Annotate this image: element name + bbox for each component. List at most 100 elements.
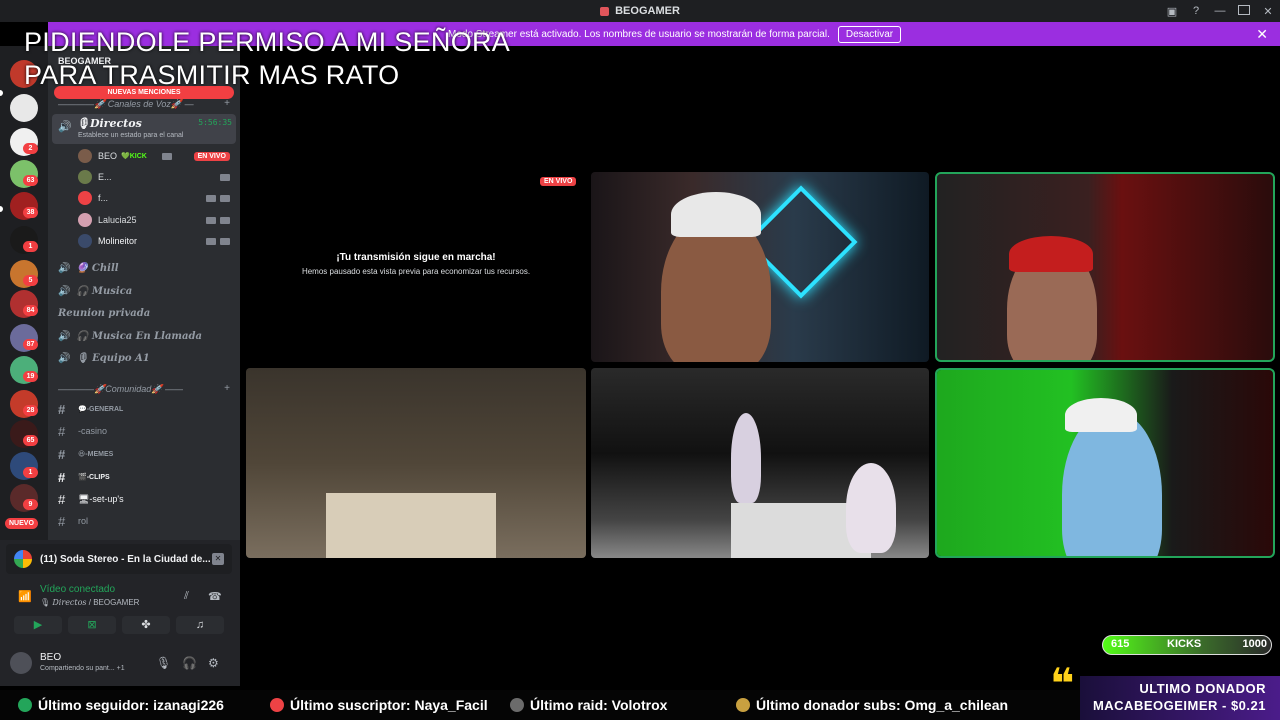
camera-icon — [220, 194, 230, 202]
voice-channel[interactable]: 🔊 🔮 Chill — [58, 259, 119, 277]
last-follower: Último seguidor: izanagi226 — [18, 697, 224, 713]
donor-name: MACABEOGEIMER - $0.21 — [1092, 698, 1266, 713]
voice-location[interactable]: 🎙 Directos / BEOGAMER — [40, 598, 139, 607]
text-channel[interactable]: # 🖥-set-up's — [58, 490, 124, 508]
camera-icon — [206, 216, 216, 224]
boxes — [326, 493, 496, 558]
server-badge: 2 — [23, 143, 38, 154]
voice-member[interactable]: Lalucia25 — [78, 211, 234, 229]
close-icon[interactable]: ✕ — [212, 553, 224, 565]
hash-icon: # — [58, 513, 66, 529]
channel-status[interactable]: Establece un estado para el canal — [78, 132, 183, 139]
call-timer: 5:56:35 — [198, 118, 232, 127]
paused-title: ¡Tu transmisión sigue en marcha! — [336, 252, 496, 263]
activities-button[interactable]: ✤ — [122, 616, 170, 634]
text-channel[interactable]: # 💬-GENERAL — [58, 400, 123, 418]
server-badge: 5 — [23, 275, 38, 286]
avatar — [78, 234, 92, 248]
megaphone-icon — [510, 698, 524, 712]
voice-channel[interactable]: 🔊 🎧 Musica — [58, 282, 132, 300]
close-window-button[interactable]: ✕ — [1256, 5, 1280, 18]
new-pill[interactable]: NUEVO — [5, 518, 38, 529]
headphones-icon[interactable]: 🎧 — [182, 656, 197, 670]
camera-button[interactable]: ▶ — [14, 616, 62, 634]
video-tile-guest-1[interactable] — [935, 172, 1275, 362]
help-icon[interactable]: ? — [1184, 5, 1208, 17]
video-tile-figures[interactable] — [591, 368, 929, 558]
voice-panel: (11) Soda Stereo - En la Ciudad de... ✕ … — [0, 540, 240, 686]
soundboard-button[interactable]: ♫ — [176, 616, 224, 634]
channel-name: 🎙Directos — [76, 117, 142, 130]
live-badge: EN VIVO — [540, 177, 577, 186]
noise-suppression-icon[interactable]: ⫽ — [184, 590, 189, 603]
text-channel[interactable]: # -casino — [58, 422, 107, 440]
text-channel[interactable]: # 🎬-CLIPS — [58, 468, 110, 486]
voice-member[interactable]: Molineitor — [78, 232, 234, 250]
member-name: f... — [98, 193, 109, 203]
quote-mark-icon: ❝ — [1050, 660, 1075, 707]
minimize-button[interactable]: — — [1208, 5, 1232, 17]
video-tile-guest-2[interactable] — [935, 368, 1275, 558]
figurine — [731, 413, 761, 503]
paused-preview[interactable]: ¡Tu transmisión sigue en marcha! Hemos p… — [246, 172, 586, 362]
maximize-button[interactable] — [1232, 4, 1256, 18]
text-channel[interactable]: # rol — [58, 512, 88, 530]
settings-gear-icon[interactable]: ⚙ — [208, 656, 219, 670]
hash-icon: # — [58, 469, 66, 485]
screen-share-icon — [220, 216, 230, 224]
cap — [1009, 236, 1093, 272]
last-donor-panel: ULTIMO DONADOR MACABEOGEIMER - $0.21 — [1080, 676, 1280, 720]
microphone-icon[interactable]: 🎙 — [156, 656, 171, 670]
cap — [1065, 398, 1137, 432]
screen-share-button[interactable]: ⊠ — [68, 616, 116, 634]
kicks-goal: 1000 — [1242, 638, 1267, 650]
server-badge: 65 — [23, 435, 38, 446]
voice-member[interactable]: f... — [78, 189, 234, 207]
server-badge: 87 — [23, 339, 38, 350]
heart-eyes-icon — [270, 698, 284, 712]
title-bar: BEOGAMER ▣ ? — ✕ — [0, 0, 1280, 22]
banner-close-icon[interactable]: ✕ — [1256, 26, 1268, 43]
community-category[interactable]: ————🚀Comunidad🚀 —— — [58, 384, 183, 395]
channel-sidebar: BEOGAMER NUEVAS MENCIONES ————🚀 Canales … — [48, 46, 240, 540]
voice-category[interactable]: ————🚀 Canales de Voz🚀 — — [58, 99, 194, 110]
speaker-icon: 🔊 — [58, 262, 71, 274]
last-raid: Último raid: Volotrox — [510, 697, 667, 713]
server-icon[interactable] — [10, 94, 38, 122]
server-badge: 1 — [23, 241, 38, 252]
hash-icon: # — [58, 423, 66, 439]
add-channel-icon[interactable]: + — [224, 383, 230, 394]
screen-share-icon — [220, 237, 230, 245]
voice-member[interactable]: E... — [78, 168, 234, 186]
server-badge: 28 — [23, 405, 38, 416]
donor-title: ULTIMO DONADOR — [1139, 681, 1266, 696]
deactivate-button[interactable]: Desactivar — [837, 25, 902, 43]
now-playing[interactable]: (11) Soda Stereo - En la Ciudad de... ✕ — [6, 544, 232, 574]
video-tile-streamer[interactable] — [591, 172, 929, 362]
now-playing-title: (11) Soda Stereo - En la Ciudad de... — [40, 553, 211, 565]
server-badge: 19 — [23, 371, 38, 382]
voice-channel[interactable]: 🔊 🎧 Musica En Llamada — [58, 327, 202, 345]
voice-channel[interactable]: 🔊 🎙 Equipo A1 — [58, 349, 150, 367]
text-channel[interactable]: # 😆-MEMES — [58, 445, 113, 463]
add-channel-icon[interactable]: + — [224, 98, 230, 109]
paused-subtitle: Hemos pausado esta vista previa para eco… — [301, 267, 531, 276]
voice-channel[interactable]: Reunion privada — [58, 304, 150, 322]
signal-icon[interactable]: 📶 — [18, 590, 32, 603]
voice-connected-label: Vídeo conectado — [40, 584, 116, 595]
voice-member[interactable]: BEO 💚KICK EN VIVO — [78, 147, 234, 165]
video-tile-room[interactable] — [246, 368, 586, 558]
chrome-icon — [14, 550, 32, 568]
active-voice-channel[interactable]: 🔊 🎙Directos Establece un estado para el … — [52, 114, 236, 144]
last-donor-subs: Último donador subs: Omg_a_chilean — [736, 697, 1008, 713]
discord-logo-icon — [600, 6, 610, 16]
inbox-icon[interactable]: ▣ — [1160, 5, 1184, 18]
member-name: E... — [98, 172, 112, 182]
avatar — [78, 149, 92, 163]
live-badge: EN VIVO — [193, 151, 230, 161]
speaker-icon: 🔊 — [58, 121, 72, 133]
disconnect-icon[interactable]: ☎ — [208, 590, 222, 603]
server-badge: 1 — [23, 467, 38, 478]
member-name: Molineitor — [98, 236, 138, 246]
unread-pip — [0, 206, 3, 212]
